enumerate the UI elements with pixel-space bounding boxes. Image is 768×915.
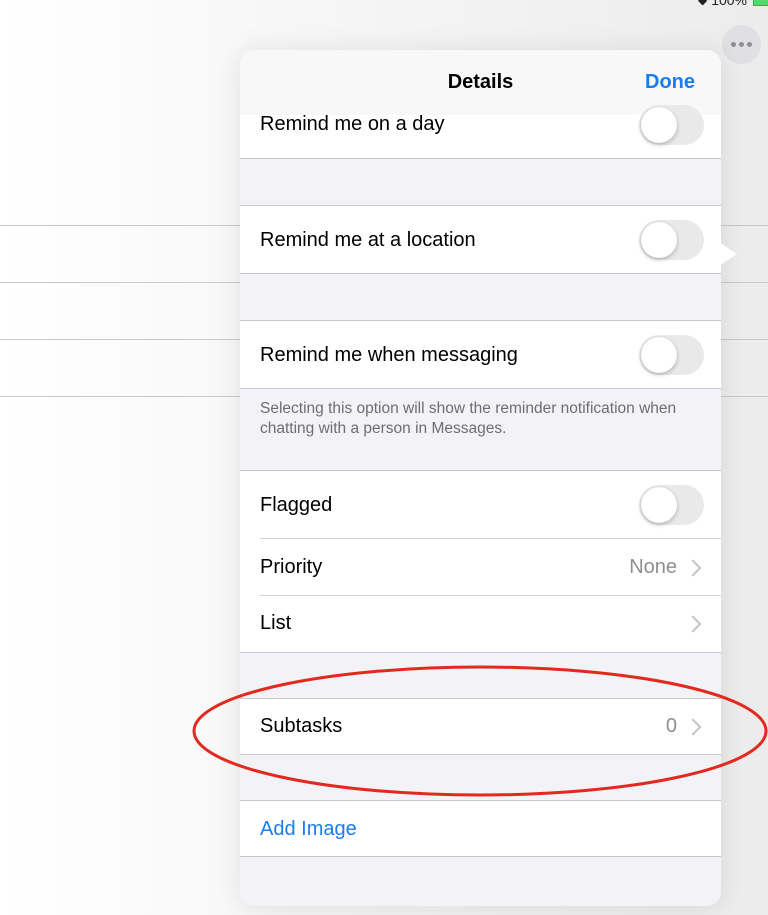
priority-row[interactable]: Priority None [240,539,721,595]
screen: ◆ 100% Details Done Remind me on a day R… [0,0,768,915]
remind-at-location-row[interactable]: Remind me at a location [240,205,721,274]
list-label: List [260,612,292,634]
remind-on-day-toggle[interactable] [639,105,704,145]
remind-at-location-label: Remind me at a location [260,229,476,251]
wifi-icon: ◆ [697,0,708,7]
more-icon-dot [747,42,752,47]
status-bar: ◆ 100% [698,0,768,8]
flag-priority-list-group: Flagged Priority None List [240,470,721,653]
priority-value: None [629,556,677,578]
more-icon [731,42,736,47]
toggle-knob [641,107,677,143]
remind-at-location-toggle[interactable] [639,220,704,260]
remind-when-messaging-row[interactable]: Remind me when messaging [240,320,721,389]
toggle-knob [641,337,677,373]
add-image-row[interactable]: Add Image [240,800,721,857]
flagged-row[interactable]: Flagged [240,471,721,538]
remind-when-messaging-toggle[interactable] [639,335,704,375]
toggle-knob [641,487,677,523]
priority-label: Priority [260,556,323,578]
chevron-right-icon [684,559,702,577]
flagged-toggle[interactable] [639,485,704,525]
remind-on-day-label: Remind me on a day [260,113,445,135]
more-button[interactable] [722,25,761,64]
more-icon-dot [739,42,744,47]
popover-navbar: Details Done [240,50,721,116]
add-image-link[interactable]: Add Image [260,818,357,841]
battery-percent: 100% [711,0,747,8]
annotation-ellipse [192,665,768,797]
flagged-label: Flagged [260,494,333,516]
done-button[interactable]: Done [645,71,695,94]
toggle-knob [641,222,677,258]
messaging-footnote: Selecting this option will show the remi… [260,400,677,437]
popover-arrow [719,242,737,266]
remind-on-day-row[interactable]: Remind me on a day [240,105,721,159]
list-row[interactable]: List [240,596,721,652]
battery-icon [753,0,768,6]
chevron-right-icon [684,615,702,633]
remind-when-messaging-label: Remind me when messaging [260,344,518,366]
